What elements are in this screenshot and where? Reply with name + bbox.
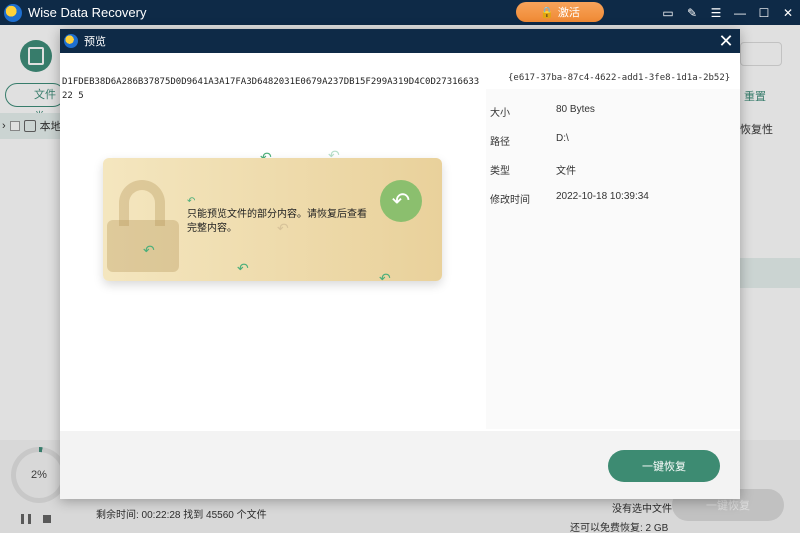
info-value: 80 Bytes	[556, 104, 595, 115]
hex-preview-text: D1FDEB38D6A286B37875D0D9641A3A17FA3D6482…	[62, 77, 480, 101]
activate-label: 激活	[557, 7, 580, 19]
feedback-icon[interactable]: ▭	[656, 0, 680, 25]
dialog-logo	[64, 34, 78, 48]
app-title: Wise Data Recovery	[28, 5, 147, 20]
close-icon[interactable]: ✕	[776, 0, 800, 25]
info-row-path: 路径 D:\	[490, 133, 569, 148]
arrow-deco-icon: ↶	[379, 270, 391, 281]
arrow-deco-icon: ↶	[187, 196, 196, 207]
recover-button[interactable]: 一键恢复	[608, 450, 720, 482]
preview-dialog: 预览 ✕ D1FDEB38D6A286B37875D0D9641A3A17FA3…	[60, 29, 740, 499]
maximize-icon[interactable]: ☐	[752, 0, 776, 25]
locked-preview-card: ↶ ↶ ↶ ↶ ↶ 只能预览文件的部分内容。请恢复后查看完整内容。 ↶	[103, 158, 442, 281]
info-key: 路径	[490, 137, 510, 148]
info-row-size: 大小 80 Bytes	[490, 104, 595, 119]
activate-button[interactable]: 🔒 激活	[516, 2, 604, 22]
arrow-deco-icon: ↶	[237, 260, 249, 276]
dialog-close-icon[interactable]: ✕	[716, 31, 736, 51]
edit-icon[interactable]: ✎	[680, 0, 704, 25]
info-value: D:\	[556, 133, 569, 144]
window-controls: ▭ ✎ ☰ — ☐ ✕	[656, 0, 800, 25]
file-guid: {e617-37ba-87c4-4622-add1-3fe8-1d1a-2b52…	[508, 73, 731, 83]
preview-limited-message: 只能预览文件的部分内容。请恢复后查看完整内容。	[187, 209, 367, 234]
title-bar: Wise Data Recovery 🔒 激活 ▭ ✎ ☰ — ☐ ✕	[0, 0, 800, 25]
app-logo	[4, 3, 22, 22]
dialog-title-bar: 预览	[60, 29, 740, 53]
info-row-type: 类型 文件	[490, 162, 576, 177]
info-row-modified: 修改时间 2022-10-18 10:39:34	[490, 191, 649, 206]
info-value: 2022-10-18 10:39:34	[556, 191, 649, 202]
menu-icon[interactable]: ☰	[704, 0, 728, 25]
info-key: 类型	[490, 166, 510, 177]
info-value: 文件	[556, 166, 576, 177]
lock-icon: 🔒	[540, 6, 554, 19]
minimize-icon[interactable]: —	[728, 0, 752, 25]
dialog-title: 预览	[84, 36, 106, 48]
arrow-deco-icon: ↶	[143, 242, 155, 258]
info-key: 修改时间	[490, 195, 530, 206]
undo-icon: ↶	[380, 180, 422, 222]
info-key: 大小	[490, 108, 510, 119]
